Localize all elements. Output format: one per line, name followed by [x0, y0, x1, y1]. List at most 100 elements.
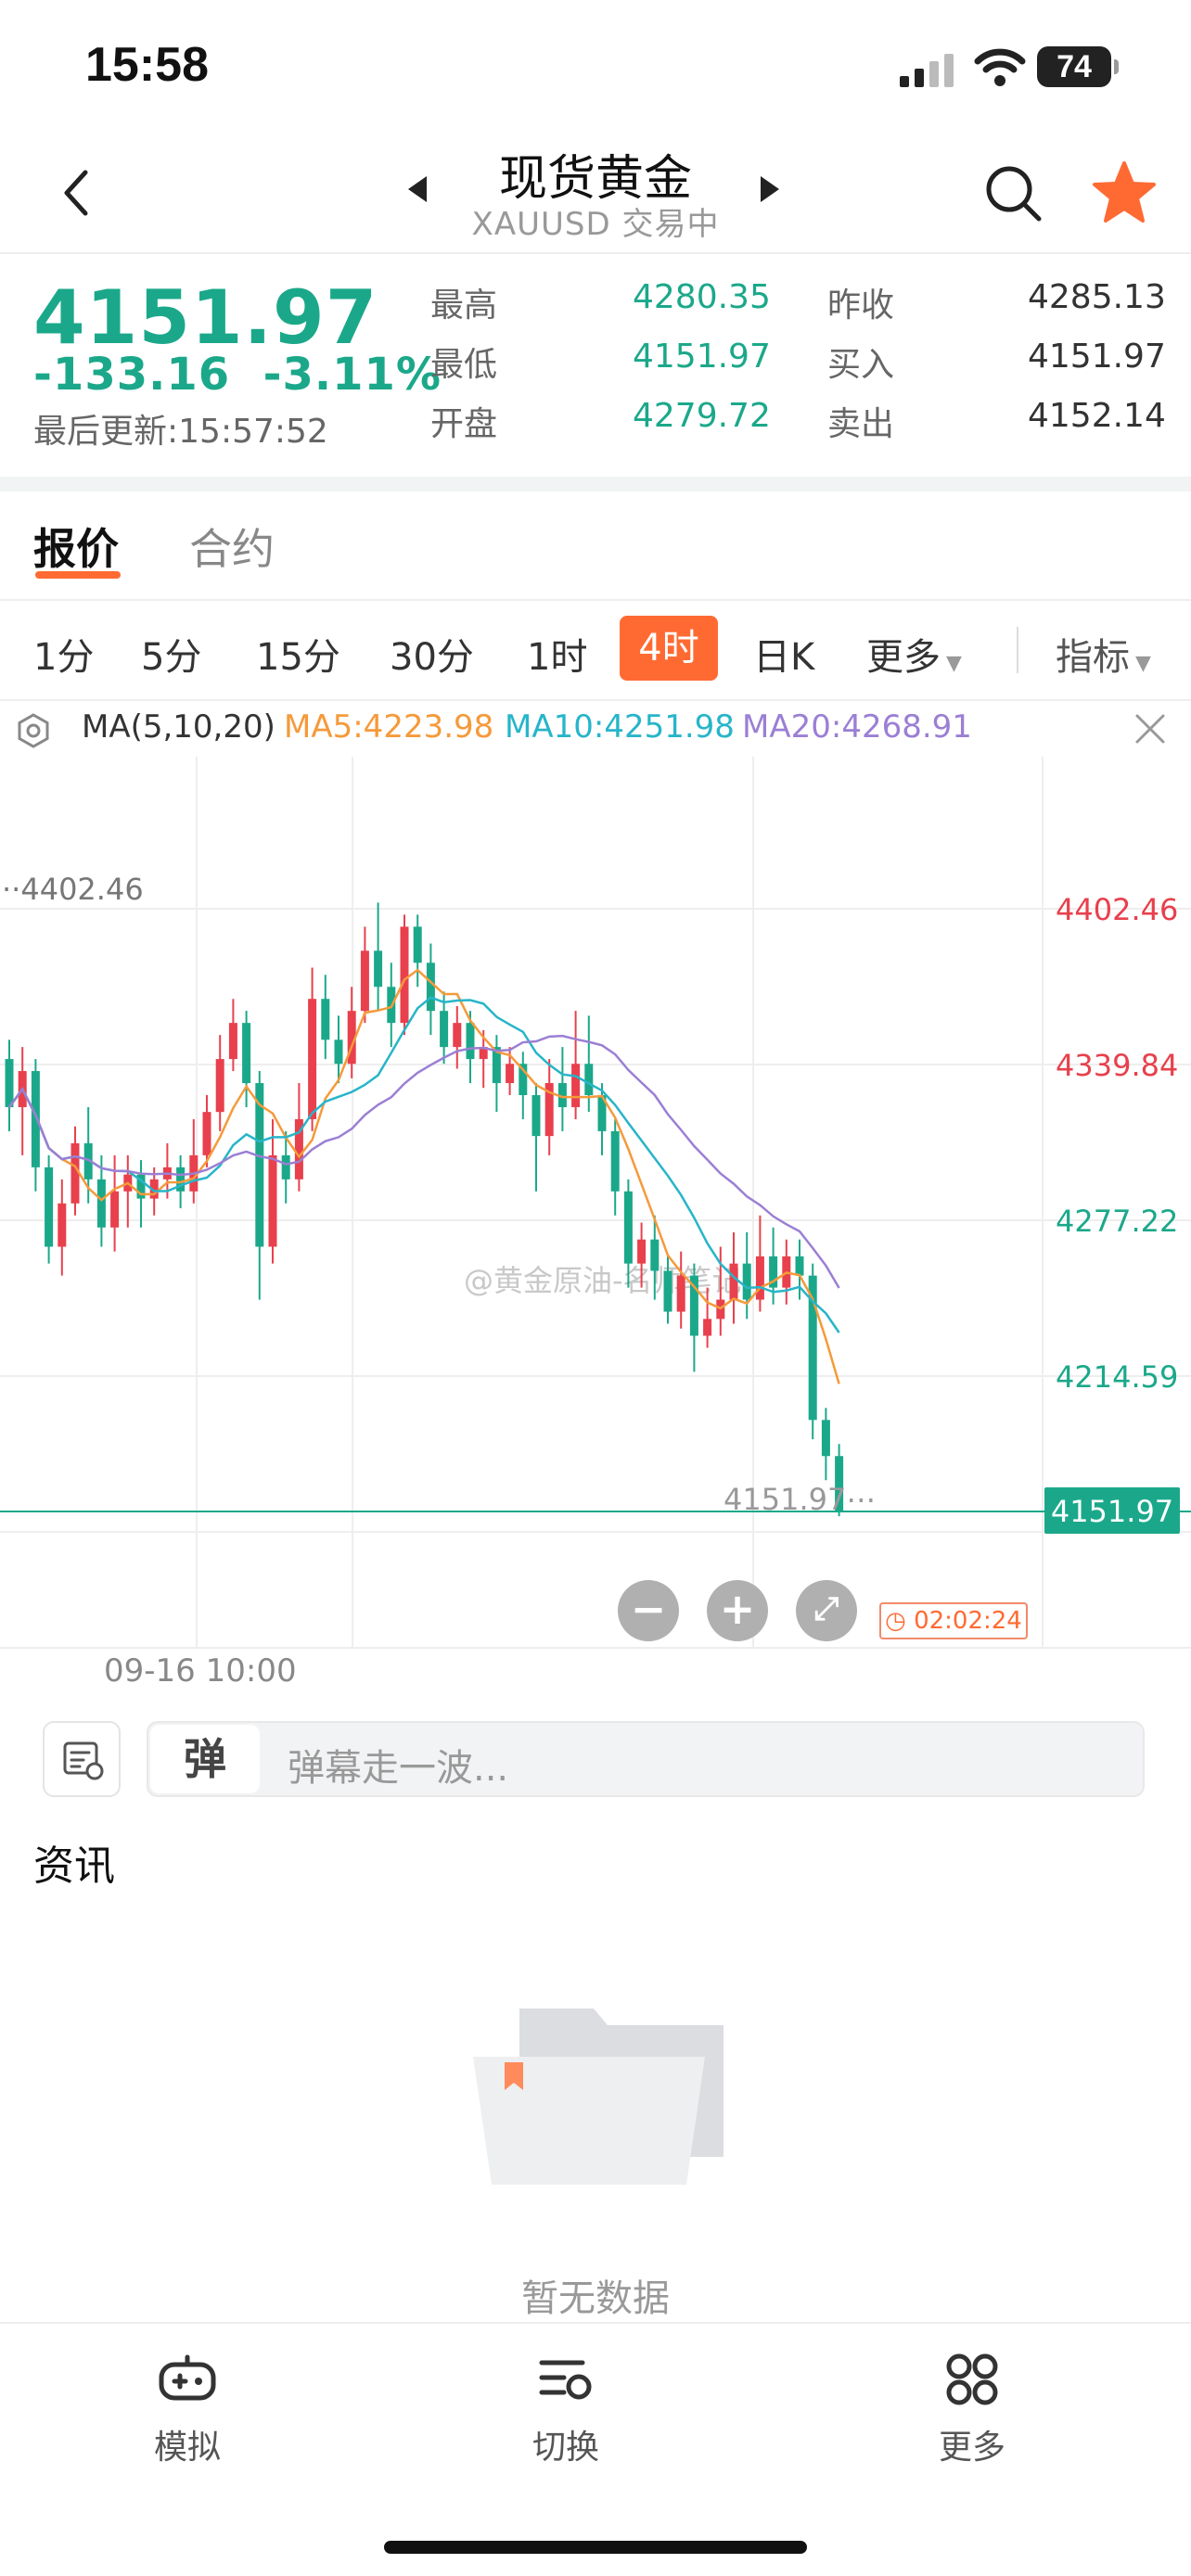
settings-hexagon-icon[interactable]	[15, 712, 52, 749]
favorite-star-icon[interactable]	[1091, 159, 1158, 226]
candle-body	[110, 1191, 120, 1228]
candle-body	[96, 1179, 106, 1228]
period-4hour[interactable]: 4时	[620, 616, 718, 681]
period-1hour[interactable]: 1时	[527, 627, 587, 681]
stat-ask-value: 4152.14	[1028, 397, 1166, 435]
status-time: 15:58	[85, 38, 209, 92]
danmaku-settings-icon	[63, 1741, 104, 1780]
candle-body	[281, 1154, 290, 1180]
period-more-label: 更多	[866, 636, 941, 679]
candle-countdown: ◷ 02:02:24	[879, 1602, 1028, 1639]
candle-body	[729, 1263, 738, 1300]
period-30min[interactable]: 30分	[390, 627, 474, 681]
news-section-title: 资讯	[33, 1843, 115, 1890]
stat-low-value: 4151.97	[633, 338, 771, 376]
period-15min[interactable]: 15分	[256, 627, 340, 681]
bottom-nav-divider	[0, 2322, 1191, 2324]
candle-body	[58, 1203, 67, 1247]
battery-indicator: 74	[1037, 46, 1119, 87]
candle-body	[821, 1420, 830, 1457]
period-1min[interactable]: 1分	[33, 627, 94, 681]
nav-switch-label[interactable]: 切换	[473, 2420, 659, 2468]
countdown-value: 02:02:24	[914, 1607, 1022, 1635]
last-updated: 最后更新:15:57:52	[33, 413, 328, 451]
period-daily[interactable]: 日K	[753, 627, 814, 681]
candle-body	[453, 1023, 462, 1048]
ma5-value: MA5:4223.98	[284, 708, 494, 746]
max-price-label: ··4402.46	[2, 872, 144, 907]
ma20-value: MA20:4268.91	[742, 708, 972, 746]
y-tick-label: 4339.84	[1056, 1048, 1178, 1083]
stat-high-value: 4280.35	[633, 278, 771, 316]
candle-body	[610, 1130, 620, 1192]
stat-bid-label: 买入	[827, 346, 895, 384]
candle-body	[531, 1095, 541, 1137]
candle-body	[440, 1011, 449, 1048]
ma-label: MA(5,10,20)	[82, 708, 275, 746]
header-divider	[0, 252, 1191, 254]
chart-divider	[0, 1647, 1191, 1649]
search-icon[interactable]	[983, 163, 1044, 224]
candle-body	[623, 1191, 633, 1264]
switch-list-icon[interactable]	[536, 2350, 596, 2409]
clock-icon: ◷	[885, 1607, 906, 1635]
zoom-out-button[interactable]: −	[618, 1580, 679, 1641]
tab-contract[interactable]: 合约	[189, 516, 275, 577]
candle-body	[584, 1064, 594, 1096]
danmaku-placeholder: 弹幕走一波...	[288, 1747, 509, 1790]
indicator-menu[interactable]: 指标 ▼	[1056, 627, 1151, 681]
tabs-divider	[0, 599, 1191, 601]
candle-body	[506, 1064, 515, 1084]
last-price-tag-text: 4151.97	[1051, 1494, 1173, 1529]
period-5min[interactable]: 5分	[141, 627, 201, 681]
candle-body	[400, 926, 409, 1024]
nav-more-label[interactable]: 更多	[879, 2420, 1065, 2468]
close-icon[interactable]	[1133, 712, 1167, 746]
candle-body	[466, 1023, 475, 1060]
candle-body	[334, 1039, 343, 1065]
candle-body	[795, 1256, 804, 1276]
section-separator	[0, 477, 1191, 491]
stat-high-label: 最高	[430, 287, 498, 325]
period-separator	[1017, 627, 1018, 673]
candle-body	[571, 1064, 581, 1107]
price-change: -133.16 -3.11%	[33, 349, 442, 401]
period-more[interactable]: 更多 ▼	[866, 627, 962, 681]
candle-body	[360, 950, 369, 1012]
last-price-marker: 4151.97⋯	[724, 1482, 876, 1517]
cellular-signal-icon	[900, 54, 954, 87]
gamepad-icon[interactable]	[158, 2350, 217, 2409]
x-axis-label: 09-16 10:00	[104, 1652, 297, 1690]
candle-body	[215, 1059, 224, 1113]
period-divider	[0, 699, 1191, 701]
nav-simulate-label[interactable]: 模拟	[95, 2420, 280, 2468]
ma20-line	[7, 1034, 840, 1289]
stat-prev-close-label: 昨收	[827, 287, 895, 325]
fullscreen-button[interactable]: ⤢	[796, 1580, 857, 1641]
candlestick-chart[interactable]: 4402.464339.844277.224214.59@黄金原油-名师笔记41…	[0, 757, 1191, 1647]
y-tick-label: 4402.46	[1056, 892, 1178, 927]
candle-body	[413, 926, 422, 963]
candle-body	[321, 999, 330, 1040]
ma5-line	[7, 968, 840, 1384]
tab-quote[interactable]: 报价	[33, 516, 119, 577]
next-instrument-icon[interactable]	[761, 176, 779, 202]
ma10-value: MA10:4251.98	[505, 708, 735, 746]
danmaku-badge: 弹	[150, 1725, 260, 1793]
candle-body	[676, 1275, 685, 1312]
candle-body	[374, 950, 383, 988]
candle-body	[268, 1154, 277, 1247]
stat-prev-close-value: 4285.13	[1028, 278, 1166, 316]
tab-active-underline	[35, 571, 121, 579]
candle-body	[202, 1112, 211, 1155]
y-tick-label: 4214.59	[1056, 1359, 1178, 1395]
stat-open-value: 4279.72	[633, 397, 771, 435]
stat-ask-label: 卖出	[827, 405, 895, 443]
empty-folder-icon	[473, 2009, 724, 2185]
danmaku-settings-button[interactable]	[43, 1721, 121, 1797]
chevron-down-icon: ▼	[946, 652, 962, 675]
candle-body	[31, 1071, 40, 1167]
zoom-in-button[interactable]: +	[707, 1580, 768, 1641]
grid-more-icon[interactable]	[942, 2350, 1002, 2409]
stat-low-label: 最低	[430, 346, 498, 384]
